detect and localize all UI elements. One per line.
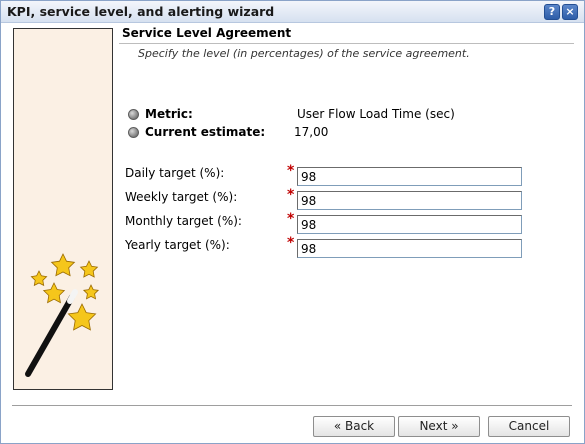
required-marker: *	[287, 235, 295, 251]
star-icon	[67, 303, 97, 331]
star-icon	[42, 282, 66, 304]
star-icon	[50, 253, 76, 277]
next-button[interactable]: Next »	[398, 416, 480, 437]
daily-target-label: Daily target (%):	[125, 166, 225, 180]
estimate-value: 17,00	[294, 125, 329, 139]
title-bar: KPI, service level, and alerting wizard …	[1, 1, 584, 23]
bullet-icon	[128, 109, 139, 120]
monthly-target-label: Monthly target (%):	[125, 214, 242, 228]
required-marker: *	[287, 211, 295, 227]
star-icon	[30, 270, 48, 287]
back-button[interactable]: « Back	[313, 416, 395, 437]
metric-row: Metric: User Flow Load Time (sec)	[128, 107, 488, 123]
magic-wand-stars-icon	[25, 253, 100, 377]
yearly-target-label: Yearly target (%):	[125, 238, 230, 252]
daily-target-input[interactable]	[297, 167, 522, 186]
metric-label: Metric:	[145, 107, 193, 121]
required-marker: *	[287, 187, 295, 203]
window-title: KPI, service level, and alerting wizard	[7, 4, 275, 19]
monthly-target-input[interactable]	[297, 215, 522, 234]
wand-shaft	[25, 294, 75, 377]
yearly-target-input[interactable]	[297, 239, 522, 258]
bullet-icon	[128, 127, 139, 138]
metric-value: User Flow Load Time (sec)	[297, 107, 455, 121]
cancel-button[interactable]: Cancel	[488, 416, 570, 437]
star-icon	[79, 260, 99, 278]
required-marker: *	[287, 163, 295, 179]
estimate-row: Current estimate: 17,00	[128, 125, 488, 141]
footer-divider	[12, 405, 572, 406]
wizard-side-panel	[13, 28, 113, 390]
estimate-label: Current estimate:	[145, 125, 266, 139]
close-icon[interactable]: ×	[562, 4, 578, 20]
help-icon[interactable]: ?	[544, 4, 560, 20]
wand-tip	[67, 289, 78, 304]
star-icon	[82, 284, 100, 300]
section-title: Service Level Agreement	[122, 26, 292, 40]
section-subtitle: Specify the level (in percentages) of th…	[138, 47, 470, 60]
header-divider	[119, 43, 574, 44]
wizard-window: KPI, service level, and alerting wizard …	[0, 0, 585, 444]
weekly-target-input[interactable]	[297, 191, 522, 210]
weekly-target-label: Weekly target (%):	[125, 190, 238, 204]
